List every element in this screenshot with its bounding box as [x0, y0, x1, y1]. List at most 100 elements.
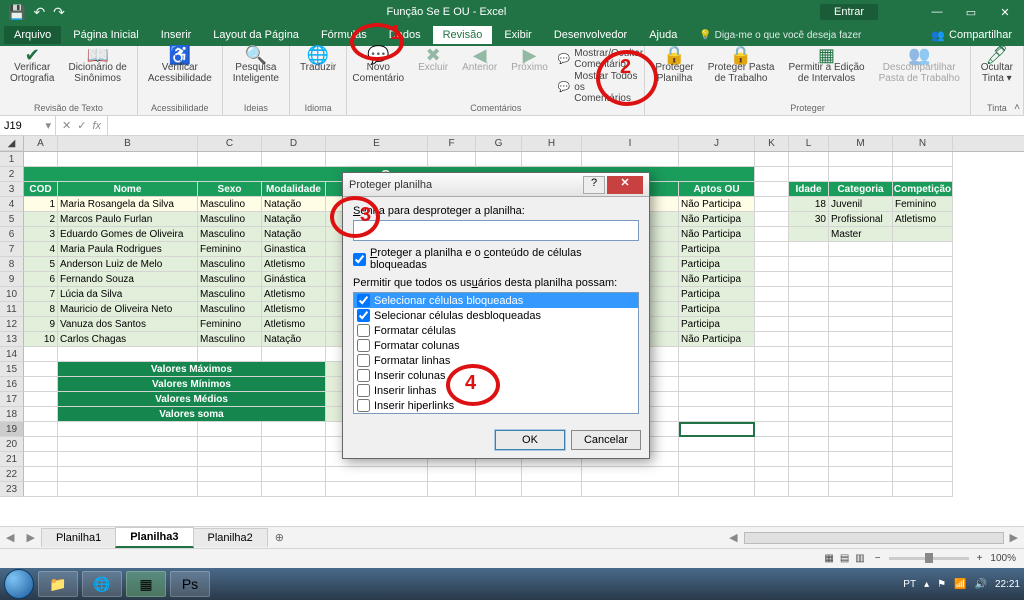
- tray-lang[interactable]: PT: [903, 579, 916, 590]
- col-head[interactable]: A: [24, 136, 58, 151]
- cell[interactable]: [789, 332, 829, 347]
- cell[interactable]: [789, 482, 829, 497]
- cell[interactable]: [829, 347, 893, 362]
- cell[interactable]: Não Participa: [679, 332, 755, 347]
- cell[interactable]: Anderson Luiz de Melo: [58, 257, 198, 272]
- cell[interactable]: [829, 317, 893, 332]
- sheet-nav-prev[interactable]: ◀: [0, 531, 20, 544]
- cell[interactable]: [326, 482, 428, 497]
- protect-workbook-button[interactable]: 🔒Proteger Pasta de Trabalho: [704, 48, 779, 63]
- cell[interactable]: [829, 287, 893, 302]
- cell[interactable]: [262, 452, 326, 467]
- spelling-button[interactable]: ✔Verificar Ortografia: [6, 48, 58, 63]
- hscroll-left[interactable]: ◀: [723, 531, 743, 544]
- cell[interactable]: Masculino: [198, 287, 262, 302]
- cell[interactable]: [679, 152, 755, 167]
- cell[interactable]: [679, 467, 755, 482]
- cell[interactable]: [893, 482, 953, 497]
- ok-button[interactable]: OK: [495, 430, 565, 450]
- cell[interactable]: [893, 152, 953, 167]
- cell[interactable]: Atletismo: [893, 212, 953, 227]
- permission-checkbox[interactable]: [357, 369, 370, 382]
- cell[interactable]: [755, 242, 789, 257]
- task-chrome[interactable]: 🌐: [82, 571, 122, 597]
- permission-checkbox[interactable]: [357, 309, 370, 322]
- name-box[interactable]: J19▾: [0, 116, 56, 135]
- permission-option[interactable]: Formatar linhas: [354, 353, 638, 368]
- cell[interactable]: [24, 422, 58, 437]
- cell[interactable]: [789, 347, 829, 362]
- cell[interactable]: Não Participa: [679, 197, 755, 212]
- cell[interactable]: Competição: [893, 182, 953, 197]
- permission-option[interactable]: Inserir colunas: [354, 368, 638, 383]
- smart-lookup-button[interactable]: 🔍Pesquisa Inteligente: [229, 48, 283, 63]
- cell[interactable]: [522, 467, 582, 482]
- cell[interactable]: Natação: [262, 227, 326, 242]
- tab-revisao[interactable]: Revisão: [433, 26, 493, 44]
- accessibility-button[interactable]: ♿Verificar Acessibilidade: [144, 48, 216, 63]
- cell[interactable]: [829, 422, 893, 437]
- cell[interactable]: [198, 347, 262, 362]
- cell[interactable]: [476, 152, 522, 167]
- cell[interactable]: [58, 482, 198, 497]
- zoom-level[interactable]: 100%: [990, 553, 1016, 564]
- cell[interactable]: Participa: [679, 287, 755, 302]
- cell[interactable]: Natação: [262, 197, 326, 212]
- allow-ranges-button[interactable]: ▦Permitir a Edição de Intervalos: [784, 48, 868, 63]
- pagebreak-view-icon[interactable]: ▥: [855, 553, 864, 564]
- sign-in-button[interactable]: Entrar: [820, 4, 878, 20]
- cell[interactable]: [893, 257, 953, 272]
- cell[interactable]: [893, 242, 953, 257]
- cell[interactable]: Participa: [679, 257, 755, 272]
- task-excel[interactable]: ▦: [126, 571, 166, 597]
- cell[interactable]: [198, 452, 262, 467]
- cell[interactable]: Não Participa: [679, 212, 755, 227]
- normal-view-icon[interactable]: ▦: [824, 553, 833, 564]
- cell[interactable]: Marcos Paulo Furlan: [58, 212, 198, 227]
- cell[interactable]: 30: [789, 212, 829, 227]
- cell[interactable]: [893, 302, 953, 317]
- cell[interactable]: [893, 287, 953, 302]
- pagelayout-view-icon[interactable]: ▤: [840, 553, 849, 564]
- cell[interactable]: 1: [24, 197, 58, 212]
- row-head[interactable]: 14: [0, 347, 24, 362]
- cell[interactable]: Categoria: [829, 182, 893, 197]
- cell[interactable]: [522, 482, 582, 497]
- cell[interactable]: Masculino: [198, 302, 262, 317]
- cell[interactable]: Participa: [679, 242, 755, 257]
- cell[interactable]: [58, 437, 198, 452]
- cell[interactable]: Natação: [262, 332, 326, 347]
- task-explorer[interactable]: 📁: [38, 571, 78, 597]
- hscroll-right[interactable]: ▶: [1004, 531, 1024, 544]
- cell[interactable]: [582, 467, 679, 482]
- cell[interactable]: Profissional: [829, 212, 893, 227]
- undo-icon[interactable]: ↶: [33, 4, 45, 21]
- cell[interactable]: [476, 467, 522, 482]
- cell[interactable]: [679, 452, 755, 467]
- col-head[interactable]: M: [829, 136, 893, 151]
- col-head[interactable]: D: [262, 136, 326, 151]
- cell[interactable]: Não Participa: [679, 227, 755, 242]
- add-sheet-button[interactable]: ⊕: [267, 531, 292, 544]
- cell[interactable]: [789, 152, 829, 167]
- cell[interactable]: [893, 452, 953, 467]
- cell[interactable]: Mauricio de Oliveira Neto: [58, 302, 198, 317]
- cell[interactable]: [755, 197, 789, 212]
- cell[interactable]: [58, 467, 198, 482]
- cell[interactable]: [428, 467, 476, 482]
- cell[interactable]: [755, 347, 789, 362]
- col-head[interactable]: I: [582, 136, 679, 151]
- start-button[interactable]: [4, 569, 34, 599]
- dialog-close-icon[interactable]: ✕: [607, 176, 643, 194]
- cell[interactable]: [755, 272, 789, 287]
- cell[interactable]: [755, 437, 789, 452]
- collapse-ribbon-icon[interactable]: ˄: [1014, 102, 1020, 113]
- cell[interactable]: Atletismo: [262, 287, 326, 302]
- cell[interactable]: 6: [24, 272, 58, 287]
- tray-flag-icon[interactable]: ⚑: [937, 579, 946, 590]
- cell[interactable]: Masculino: [198, 197, 262, 212]
- cell[interactable]: Masculino: [198, 257, 262, 272]
- cell[interactable]: [789, 242, 829, 257]
- cell[interactable]: [755, 482, 789, 497]
- cell[interactable]: 18: [789, 197, 829, 212]
